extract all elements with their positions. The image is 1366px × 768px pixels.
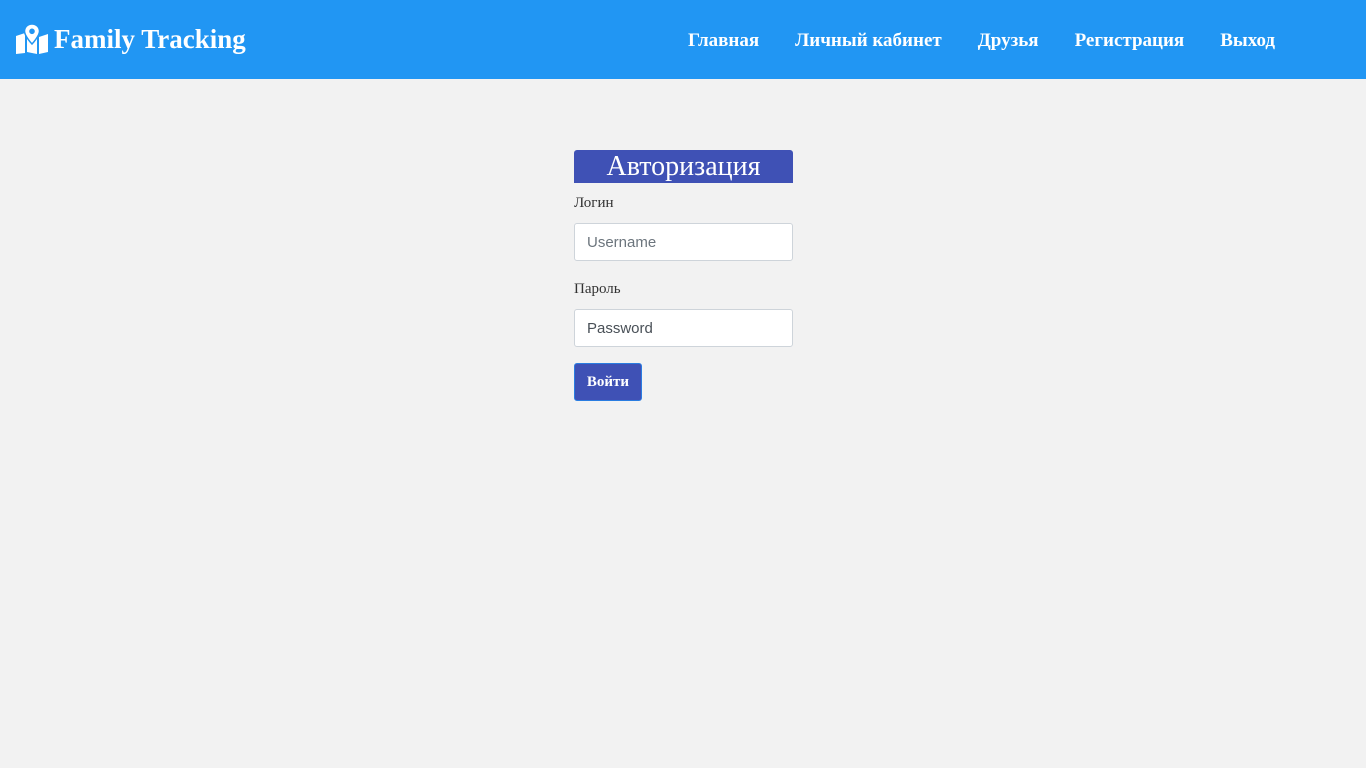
login-form: Авторизация Логин Пароль Войти (574, 150, 793, 401)
map-marker-icon (16, 24, 48, 54)
username-input[interactable] (574, 223, 793, 261)
nav-link-registration[interactable]: Регистрация (1075, 28, 1185, 54)
top-navbar: Family Tracking Главная Личный кабинет Д… (0, 0, 1366, 79)
nav-link-friends[interactable]: Друзья (978, 28, 1039, 54)
nav-link-account[interactable]: Личный кабинет (795, 28, 942, 54)
form-title: Авторизация (574, 150, 793, 183)
password-input[interactable] (574, 309, 793, 347)
password-label: Пароль (574, 281, 621, 297)
main-nav: Главная Личный кабинет Друзья Регистраци… (688, 28, 1275, 54)
brand-link[interactable]: Family Tracking (16, 22, 246, 56)
brand-title: Family Tracking (54, 24, 246, 54)
nav-link-logout[interactable]: Выход (1220, 28, 1275, 54)
login-button[interactable]: Войти (574, 363, 642, 401)
username-label: Логин (574, 195, 614, 211)
nav-link-home[interactable]: Главная (688, 28, 759, 54)
